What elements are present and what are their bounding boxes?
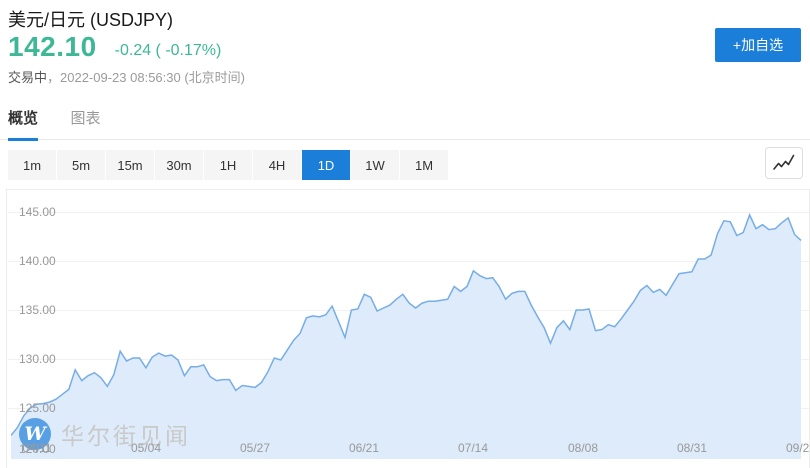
period-button-1D[interactable]: 1D: [302, 150, 350, 180]
y-axis-label-145.00: 145.00: [19, 205, 56, 219]
period-button-1H[interactable]: 1H: [204, 150, 252, 180]
tab-overview[interactable]: 概览: [8, 107, 38, 141]
tab-chart[interactable]: 图表: [70, 107, 100, 138]
x-axis-label-08/31: 08/31: [668, 441, 716, 455]
y-axis-label-130.00: 130.00: [19, 352, 56, 366]
line-chart-icon: [773, 154, 795, 172]
x-axis-label-07/14: 07/14: [449, 441, 497, 455]
price-row: 142.10 -0.24 ( -0.17%): [8, 31, 221, 63]
x-axis-label-04/11: 04/11: [13, 441, 61, 455]
y-axis-label-140.00: 140.00: [19, 254, 56, 268]
instrument-title: 美元/日元 (USDJPY): [8, 6, 802, 32]
x-axis-label-05/04: 05/04: [122, 441, 170, 455]
x-axis-label-08/08: 08/08: [559, 441, 607, 455]
period-toolbar: 1m5m15m30m1H4H1D1W1M: [8, 150, 448, 180]
trading-status-time: ，2022-09-23 08:56:30 (北京时间): [47, 70, 245, 85]
period-button-5m[interactable]: 5m: [57, 150, 105, 180]
period-button-1M[interactable]: 1M: [400, 150, 448, 180]
y-axis-label-135.00: 135.00: [19, 303, 56, 317]
x-axis-label-09/23: 09/23: [777, 441, 810, 455]
period-button-15m[interactable]: 15m: [106, 150, 154, 180]
trading-status: 交易中，2022-09-23 08:56:30 (北京时间): [8, 67, 245, 86]
add-watchlist-button[interactable]: +加自选: [715, 28, 801, 62]
price-change: -0.24 ( -0.17%): [115, 42, 222, 60]
x-axis-label-06/21: 06/21: [340, 441, 388, 455]
x-axis-label-05/27: 05/27: [231, 441, 279, 455]
period-button-1W[interactable]: 1W: [351, 150, 399, 180]
chart-type-button[interactable]: [765, 147, 803, 179]
period-button-1m[interactable]: 1m: [8, 150, 56, 180]
period-button-4H[interactable]: 4H: [253, 150, 301, 180]
period-button-30m[interactable]: 30m: [155, 150, 203, 180]
y-axis-label-125.00: 125.00: [19, 401, 56, 415]
tab-bar: 概览 图表: [0, 107, 810, 140]
trading-status-label: 交易中: [8, 70, 47, 85]
price-chart[interactable]: W 华尔街见闻 145.00140.00135.00130.00125.0012…: [6, 189, 810, 468]
current-price: 142.10: [8, 31, 97, 63]
